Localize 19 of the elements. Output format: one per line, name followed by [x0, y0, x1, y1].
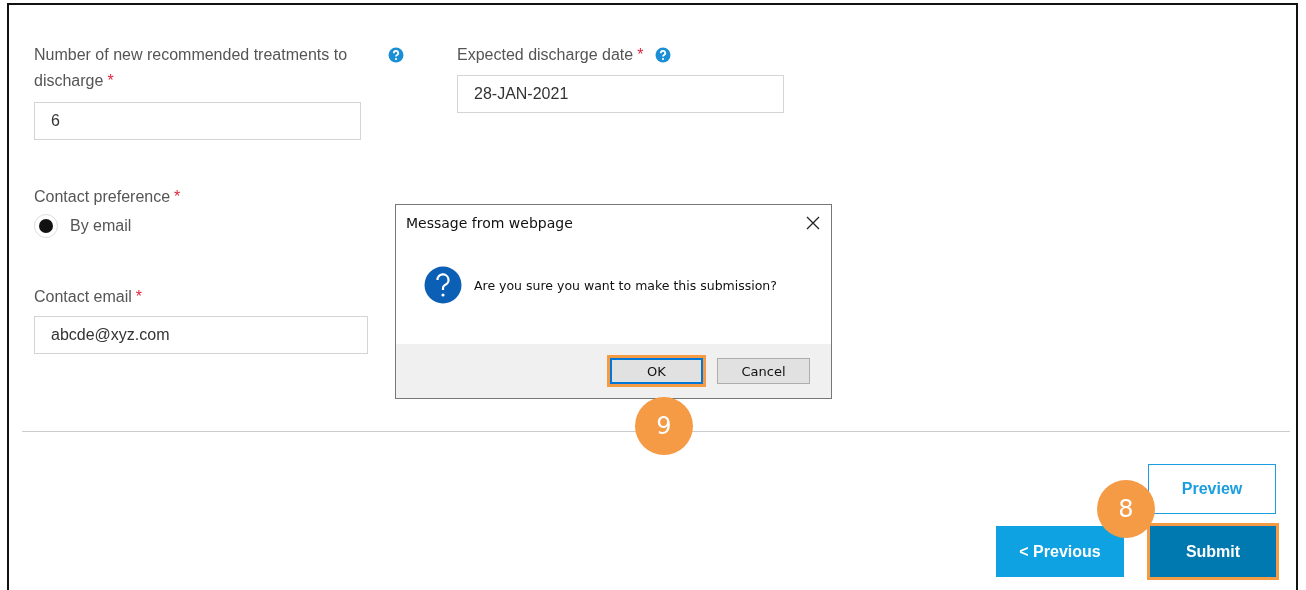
- dialog-title: Message from webpage: [406, 215, 573, 231]
- input-field[interactable]: 28-JAN-2021: [457, 75, 784, 113]
- dialog-button[interactable]: Cancel: [717, 358, 810, 384]
- close-icon[interactable]: [806, 216, 820, 230]
- submit-button[interactable]: Submit: [1150, 526, 1276, 577]
- field-label: Contact email *: [34, 287, 143, 307]
- question-icon: [424, 266, 462, 304]
- radio-label: By email: [70, 217, 132, 235]
- help-icon[interactable]: [388, 47, 404, 63]
- dialog-message: Are you sure you want to make this submission?: [474, 277, 777, 293]
- step-marker: 9: [635, 397, 693, 455]
- input-field[interactable]: 6: [34, 102, 361, 140]
- help-icon[interactable]: [655, 47, 672, 63]
- field-label: Contact preference *: [34, 187, 181, 207]
- dialog-button[interactable]: OK: [610, 358, 703, 384]
- field-label: Expected discharge date *: [457, 45, 644, 65]
- field-label: Number of new recommended treatments to discharge *: [34, 45, 349, 91]
- input-field[interactable]: abcde@xyz.com: [34, 316, 368, 354]
- step-marker: 8: [1097, 480, 1155, 538]
